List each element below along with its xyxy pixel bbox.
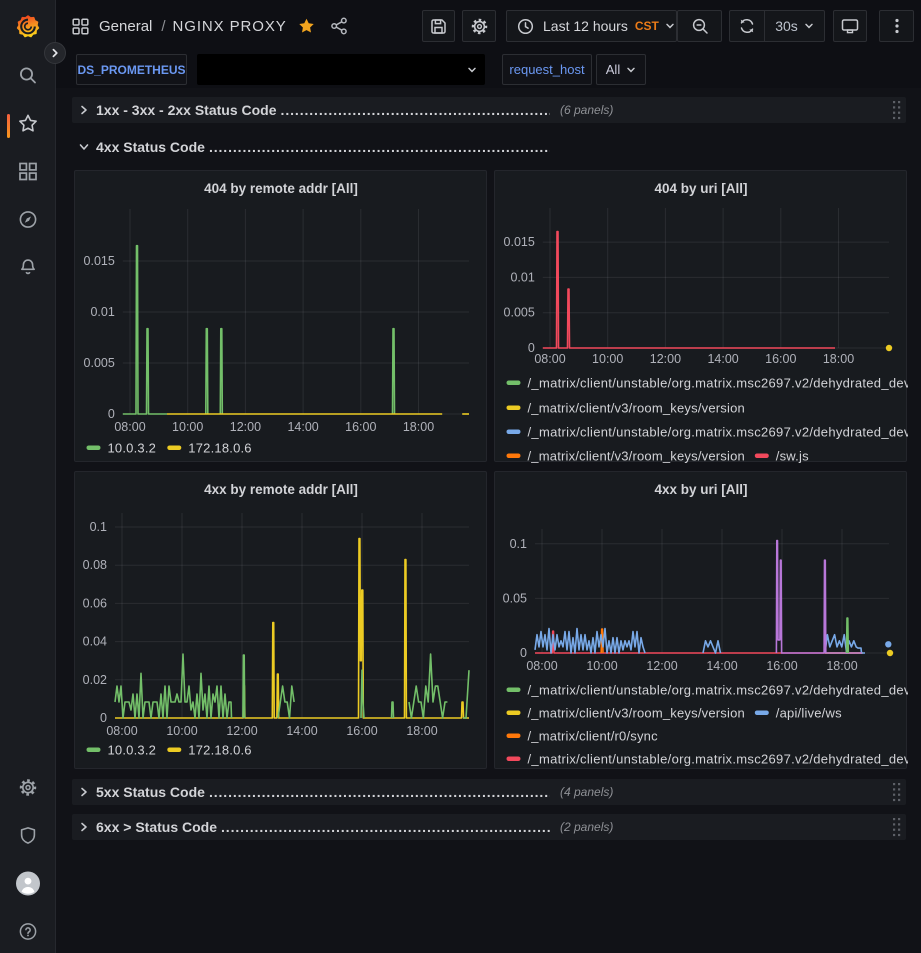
svg-text:0: 0 (100, 711, 107, 725)
svg-text:404 by remote addr [All]: 404 by remote addr [All] (204, 181, 358, 196)
svg-text:0.08: 0.08 (83, 558, 107, 572)
svg-text:12:00: 12:00 (226, 724, 257, 738)
svg-text:12:00: 12:00 (230, 420, 261, 434)
svg-text:08:00: 08:00 (114, 420, 145, 434)
svg-text:0.04: 0.04 (83, 635, 107, 649)
svg-text:10:00: 10:00 (172, 420, 203, 434)
svg-text:/_matrix/client/v3/room_keys/v: /_matrix/client/v3/room_keys/version (528, 706, 745, 721)
svg-text:0.015: 0.015 (84, 254, 115, 268)
svg-text:0.1: 0.1 (510, 537, 527, 551)
svg-text:0: 0 (108, 407, 115, 421)
svg-text:/_matrix/client/v3/room_keys/v: /_matrix/client/v3/room_keys/version (528, 449, 745, 464)
svg-text:10.0.3.2: 10.0.3.2 (108, 441, 157, 456)
svg-text:0.1: 0.1 (90, 520, 107, 534)
svg-text:08:00: 08:00 (106, 724, 137, 738)
svg-text:10.0.3.2: 10.0.3.2 (108, 743, 157, 758)
svg-text:18:00: 18:00 (826, 659, 857, 673)
svg-text:10:00: 10:00 (166, 724, 197, 738)
svg-text:/_matrix/client/unstable/org.m: /_matrix/client/unstable/org.matrix.msc2… (528, 376, 909, 391)
svg-text:14:00: 14:00 (706, 659, 737, 673)
svg-text:/_matrix/client/unstable/org.m: /_matrix/client/unstable/org.matrix.msc2… (528, 683, 909, 698)
svg-text:/api/live/ws: /api/live/ws (776, 706, 842, 721)
svg-text:/_matrix/client/unstable/org.m: /_matrix/client/unstable/org.matrix.msc2… (528, 425, 909, 440)
svg-text:18:00: 18:00 (403, 420, 434, 434)
svg-text:0.015: 0.015 (504, 235, 535, 249)
svg-text:0.01: 0.01 (90, 305, 114, 319)
svg-text:0.005: 0.005 (84, 356, 115, 370)
svg-text:10:00: 10:00 (592, 352, 623, 366)
svg-text:12:00: 12:00 (650, 352, 681, 366)
svg-text:08:00: 08:00 (534, 352, 565, 366)
svg-text:14:00: 14:00 (286, 724, 317, 738)
svg-text:18:00: 18:00 (823, 352, 854, 366)
svg-text:/sw.js: /sw.js (776, 449, 809, 464)
svg-text:/_matrix/client/unstable/org.m: /_matrix/client/unstable/org.matrix.msc2… (528, 752, 909, 767)
svg-text:16:00: 16:00 (345, 420, 376, 434)
svg-text:08:00: 08:00 (526, 659, 557, 673)
svg-text:0.06: 0.06 (83, 596, 107, 610)
svg-text:404 by uri [All]: 404 by uri [All] (654, 181, 747, 196)
svg-text:16:00: 16:00 (346, 724, 377, 738)
svg-text:18:00: 18:00 (406, 724, 437, 738)
svg-text:10:00: 10:00 (586, 659, 617, 673)
svg-text:16:00: 16:00 (765, 352, 796, 366)
svg-text:16:00: 16:00 (766, 659, 797, 673)
svg-text:0.01: 0.01 (510, 270, 534, 284)
svg-text:/_matrix/client/v3/room_keys/v: /_matrix/client/v3/room_keys/version (528, 401, 745, 416)
svg-text:0.02: 0.02 (83, 673, 107, 687)
svg-text:14:00: 14:00 (287, 420, 318, 434)
svg-text:172.18.0.6: 172.18.0.6 (188, 441, 251, 456)
svg-text:0.05: 0.05 (503, 591, 527, 605)
svg-text:0.005: 0.005 (504, 306, 535, 320)
svg-text:14:00: 14:00 (707, 352, 738, 366)
svg-text:12:00: 12:00 (646, 659, 677, 673)
svg-text:172.18.0.6: 172.18.0.6 (188, 743, 251, 758)
svg-text:4xx by uri [All]: 4xx by uri [All] (654, 482, 747, 497)
svg-text:4xx by remote addr [All]: 4xx by remote addr [All] (204, 482, 358, 497)
svg-text:0: 0 (520, 646, 527, 660)
svg-text:/_matrix/client/r0/sync: /_matrix/client/r0/sync (528, 729, 659, 744)
